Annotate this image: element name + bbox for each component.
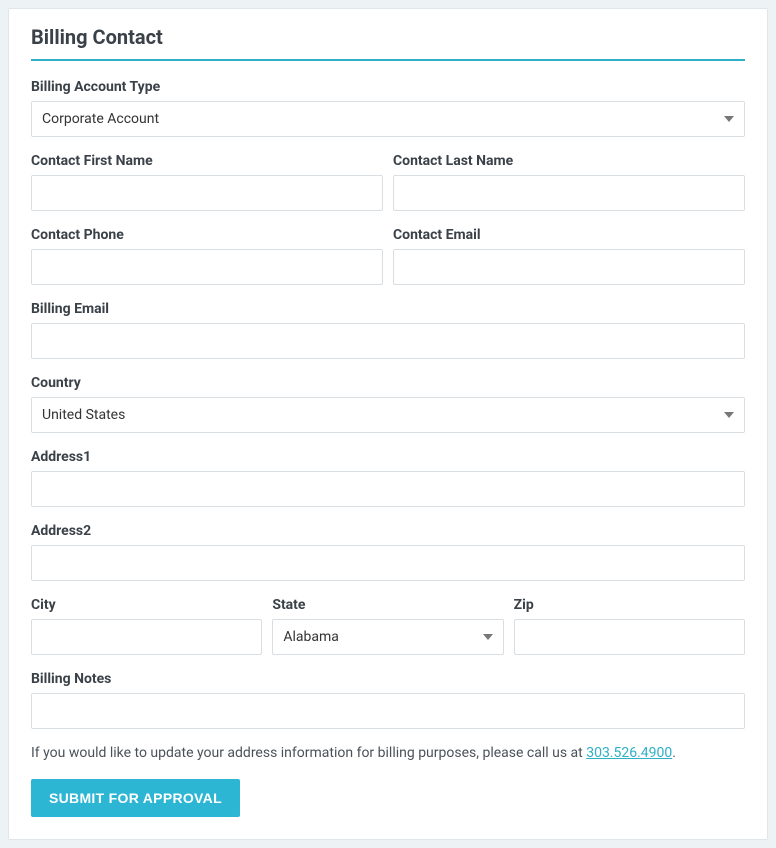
state-value: Alabama <box>283 629 339 645</box>
last-name-group: Contact Last Name <box>393 153 745 211</box>
state-select[interactable]: Alabama <box>272 619 503 655</box>
notes-input[interactable] <box>31 693 745 729</box>
country-value: United States <box>42 407 125 423</box>
country-select[interactable]: United States <box>31 397 745 433</box>
phone-input[interactable] <box>31 249 383 285</box>
first-name-group: Contact First Name <box>31 153 383 211</box>
state-label: State <box>272 597 503 613</box>
support-phone-link[interactable]: 303.526.4900 <box>586 745 672 761</box>
email-input[interactable] <box>393 249 745 285</box>
billing-email-group: Billing Email <box>31 301 745 359</box>
section-title: Billing Contact <box>31 25 745 61</box>
first-name-label: Contact First Name <box>31 153 383 169</box>
address1-input[interactable] <box>31 471 745 507</box>
submit-for-approval-button[interactable]: SUBMIT FOR APPROVAL <box>31 779 240 817</box>
first-name-input[interactable] <box>31 175 383 211</box>
account-type-select[interactable]: Corporate Account <box>31 101 745 137</box>
address1-group: Address1 <box>31 449 745 507</box>
account-type-group: Billing Account Type Corporate Account <box>31 79 745 137</box>
chevron-down-icon <box>724 412 734 418</box>
billing-email-input[interactable] <box>31 323 745 359</box>
address2-label: Address2 <box>31 523 745 539</box>
country-label: Country <box>31 375 745 391</box>
zip-input[interactable] <box>514 619 745 655</box>
address1-label: Address1 <box>31 449 745 465</box>
hint-suffix: . <box>672 745 676 761</box>
email-group: Contact Email <box>393 227 745 285</box>
city-group: City <box>31 597 262 655</box>
zip-group: Zip <box>514 597 745 655</box>
country-group: Country United States <box>31 375 745 433</box>
phone-group: Contact Phone <box>31 227 383 285</box>
last-name-input[interactable] <box>393 175 745 211</box>
state-group: State Alabama <box>272 597 503 655</box>
email-label: Contact Email <box>393 227 745 243</box>
city-label: City <box>31 597 262 613</box>
notes-label: Billing Notes <box>31 671 745 687</box>
city-input[interactable] <box>31 619 262 655</box>
notes-group: Billing Notes <box>31 671 745 729</box>
account-type-label: Billing Account Type <box>31 79 745 95</box>
address2-group: Address2 <box>31 523 745 581</box>
last-name-label: Contact Last Name <box>393 153 745 169</box>
update-address-hint: If you would like to update your address… <box>31 745 745 761</box>
address2-input[interactable] <box>31 545 745 581</box>
account-type-value: Corporate Account <box>42 111 159 127</box>
phone-label: Contact Phone <box>31 227 383 243</box>
zip-label: Zip <box>514 597 745 613</box>
billing-contact-panel: Billing Contact Billing Account Type Cor… <box>8 8 768 840</box>
hint-prefix: If you would like to update your address… <box>31 745 586 761</box>
billing-email-label: Billing Email <box>31 301 745 317</box>
chevron-down-icon <box>724 116 734 122</box>
chevron-down-icon <box>483 634 493 640</box>
